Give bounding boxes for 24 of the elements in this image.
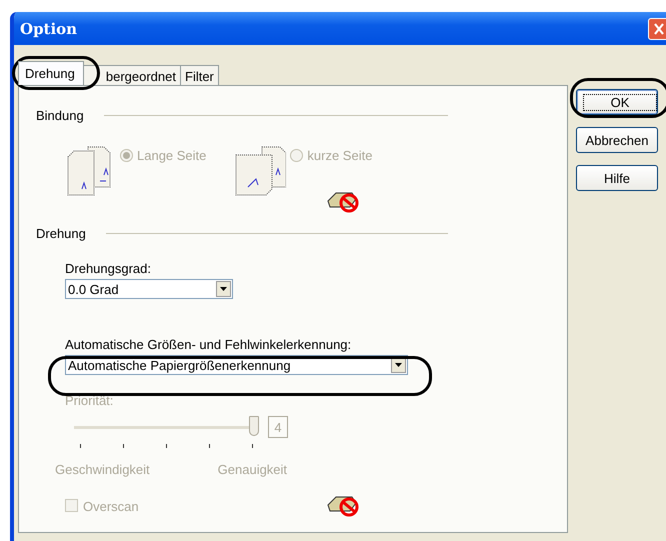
group-title: Bindung: [36, 108, 84, 123]
angle-dropdown[interactable]: 0.0 Grad: [65, 279, 233, 299]
dropdown-arrow-icon: [220, 287, 227, 291]
slider-min-label: Geschwindigkeit: [55, 462, 150, 477]
slider-label: Priorität:: [65, 393, 114, 408]
dialog-button[interactable]: Abbrechen: [576, 127, 658, 153]
slider-value: 4: [268, 416, 288, 438]
radio-label: kurze Seite: [307, 148, 372, 163]
field-label: Drehungsgrad:: [65, 261, 151, 276]
slider-max-label: Genauigkeit: [218, 462, 288, 477]
dropdown-arrow-icon: [395, 363, 402, 367]
dialog-button[interactable]: OK: [576, 89, 658, 115]
checkbox-label: Overscan: [83, 499, 139, 514]
radio-label: Lange Seite: [137, 148, 206, 163]
tab[interactable]: Drehung: [18, 61, 84, 85]
tab[interactable]: Filter: [180, 65, 219, 85]
group-title: Drehung: [36, 226, 86, 241]
dialog-button[interactable]: Hilfe: [576, 165, 658, 191]
close-button[interactable]: [648, 18, 666, 40]
tab[interactable]: bergeordnet: [82, 65, 181, 85]
close-icon: [654, 22, 664, 34]
document-pages-icon: [234, 145, 286, 197]
window-title: Option: [20, 20, 78, 38]
field-label: Automatische Größen- und Fehlwinkelerkennung:: [65, 337, 352, 352]
